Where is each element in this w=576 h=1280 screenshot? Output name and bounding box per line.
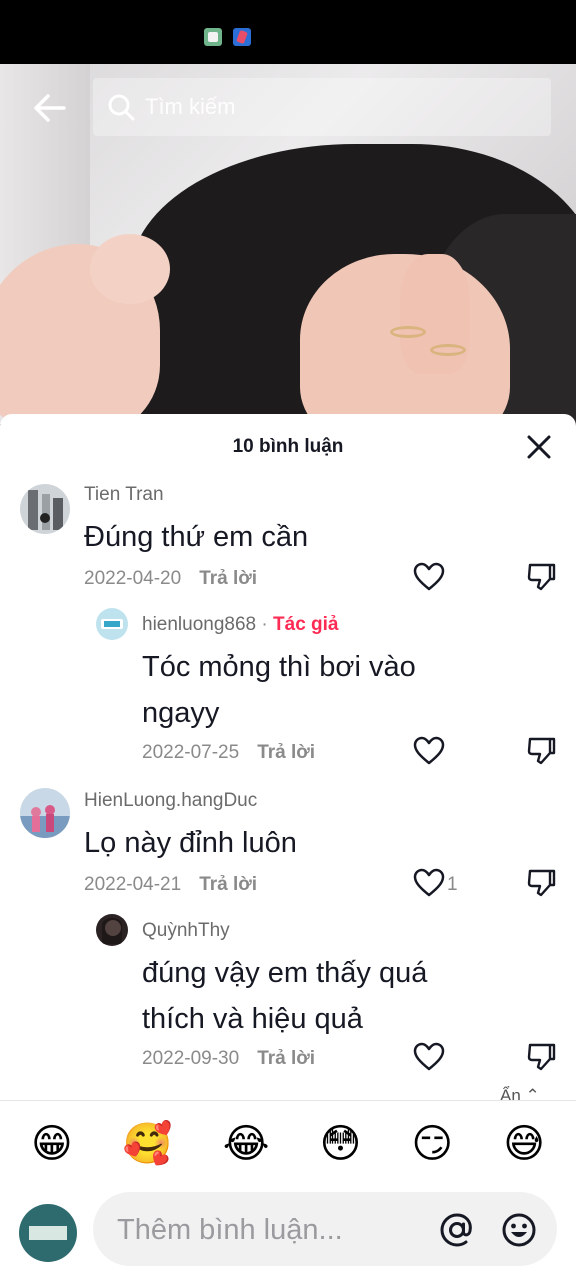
emoji-button[interactable]: 😂 <box>223 1120 270 1168</box>
reply-item: QuỳnhThy đúng vậy em thấy quá thích và h… <box>0 912 576 1082</box>
ring <box>390 326 426 338</box>
user-avatar[interactable] <box>19 1204 77 1262</box>
comment-input-placeholder[interactable]: Thêm bình luận... <box>117 1214 343 1247</box>
divider <box>0 1100 576 1101</box>
comment-item: Tien Tran Đúng thứ em cần 2022-04-20 Trả … <box>0 480 576 610</box>
heart-icon[interactable] <box>413 1042 445 1072</box>
comment-date: 2022-04-20 <box>84 568 182 589</box>
comment-username[interactable]: Tien Tran <box>84 484 164 506</box>
comment-date: 2022-09-30 <box>142 1048 240 1069</box>
reply-button[interactable]: Trả lời <box>257 742 315 763</box>
thumbs-down-icon[interactable] <box>526 868 556 898</box>
reply-button[interactable]: Trả lời <box>257 1048 315 1069</box>
comment-input-bar: Thêm bình luận... <box>0 1190 576 1270</box>
thumbs-down-icon[interactable] <box>526 1042 556 1072</box>
heart-icon[interactable] <box>413 562 445 592</box>
comment-input[interactable]: Thêm bình luận... <box>93 1192 557 1266</box>
notification-app-icon <box>204 28 222 46</box>
comment-date: 2022-07-25 <box>142 742 240 763</box>
avatar[interactable] <box>20 484 70 534</box>
reply-button[interactable]: Trả lời <box>199 568 257 589</box>
separator-dot: · <box>256 614 274 635</box>
author-badge: Tác giả <box>273 614 339 635</box>
ring <box>430 344 466 356</box>
comment-text: Lọ này đỉnh luôn <box>84 827 297 859</box>
emoji-button[interactable]: 😏 <box>411 1120 453 1168</box>
comment-meta: 2022-09-30 Trả lời <box>142 1048 315 1070</box>
thumbs-down-icon[interactable] <box>526 562 556 592</box>
mention-icon[interactable] <box>439 1212 475 1248</box>
comments-header: 10 bình luận <box>0 414 576 478</box>
comments-sheet: 10 bình luận Tien Tran Đúng thứ em cần 2… <box>0 414 576 1280</box>
thumbs-down-icon[interactable] <box>526 736 556 766</box>
status-bar <box>0 0 576 64</box>
comment-username: hienluong868 · Tác giả <box>142 614 339 636</box>
close-icon[interactable] <box>524 432 554 462</box>
heart-icon[interactable] <box>413 736 445 766</box>
avatar[interactable] <box>96 914 128 946</box>
search-input[interactable]: Tìm kiếm <box>145 94 235 120</box>
like-count: 1 <box>447 874 458 895</box>
avatar[interactable] <box>20 788 70 838</box>
emoji-button[interactable]: 😁 <box>31 1120 73 1168</box>
comment-text: Đúng thứ em cần <box>84 521 309 553</box>
reply-button[interactable]: Trả lời <box>199 874 257 895</box>
comment-text: đúng vậy em thấy quá thích và hiệu quả <box>142 957 428 1035</box>
emoji-button[interactable]: 😳 <box>320 1120 362 1168</box>
video-fingers-right <box>400 254 470 374</box>
reply-username[interactable]: hienluong868 <box>142 614 256 635</box>
search-icon <box>107 93 135 121</box>
comment-username[interactable]: QuỳnhThy <box>142 920 230 942</box>
comment-date: 2022-04-21 <box>84 874 182 895</box>
comment-meta: 2022-07-25 Trả lời <box>142 742 315 764</box>
comment-username[interactable]: HienLuong.hangDuc <box>84 790 257 812</box>
hide-replies-link[interactable]: Ẩn ⌃ <box>500 1086 540 1106</box>
search-bar[interactable]: Tìm kiếm <box>93 78 551 136</box>
comment-count: 10 bình luận <box>232 436 344 457</box>
emoji-button[interactable]: 🥰 <box>123 1120 173 1168</box>
video-fingers-left <box>90 234 170 304</box>
avatar[interactable] <box>96 608 128 640</box>
emoji-button[interactable]: 😅 <box>503 1120 545 1168</box>
comment-meta: 2022-04-20 Trả lời <box>84 568 257 590</box>
heart-icon[interactable] <box>413 868 445 898</box>
emoji-picker-icon[interactable] <box>501 1212 537 1248</box>
comment-meta: 2022-04-21 Trả lời <box>84 874 257 896</box>
back-arrow-icon[interactable] <box>30 88 70 128</box>
comment-text: Tóc mỏng thì bơi vào ngayy <box>142 651 416 729</box>
reply-item: hienluong868 · Tác giả Tóc mỏng thì bơi … <box>0 606 576 776</box>
comment-item: HienLuong.hangDuc Lọ này đỉnh luôn 2022-… <box>0 786 576 906</box>
notification-app-icon <box>233 28 251 46</box>
emoji-quick-bar: 😁 🥰 😂 😳 😏 😅 <box>0 1114 576 1174</box>
